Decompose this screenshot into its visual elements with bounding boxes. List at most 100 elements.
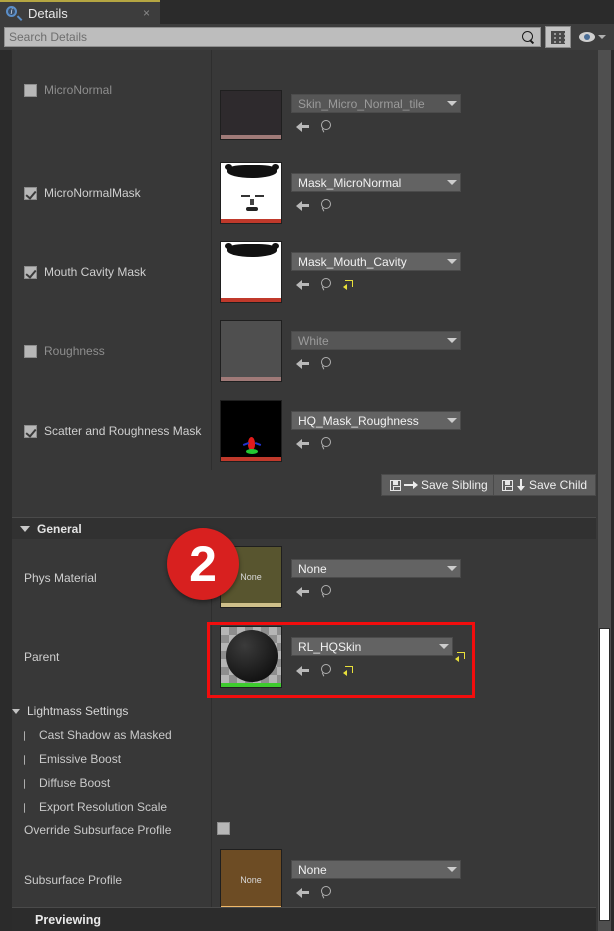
combo-mouthcavitymask[interactable]: Mask_Mouth_Cavity	[291, 252, 461, 271]
search-icon[interactable]	[521, 30, 536, 45]
chevron-down-icon	[447, 180, 457, 185]
subrow-emissive-boost[interactable]: Emissive Boost	[12, 749, 121, 769]
property-label-cell: Mouth Cavity Mask	[12, 262, 211, 282]
thumbnail-subsurface-profile-none[interactable]: None	[220, 849, 282, 911]
reset-parent-icon[interactable]	[455, 650, 466, 662]
save-sibling-label: Save Sibling	[421, 478, 488, 492]
chevron-down-icon	[447, 867, 457, 872]
subrow-label: Emissive Boost	[39, 752, 122, 766]
tab-label: Details	[28, 5, 68, 21]
section-header-general[interactable]: General	[12, 517, 596, 539]
eye-visibility-icon[interactable]	[575, 32, 610, 42]
browse-back-icon[interactable]	[296, 885, 310, 899]
property-label-cell: Scatter and Roughness Mask	[12, 421, 211, 441]
chevron-down-icon	[447, 566, 457, 571]
save-child-button[interactable]: Save Child	[493, 474, 597, 496]
combo-roughness[interactable]: White	[291, 331, 461, 350]
subrow-label: Diffuse Boost	[39, 776, 111, 790]
save-child-label: Save Child	[529, 478, 588, 492]
combo-subsurface-profile[interactable]: None	[291, 860, 461, 879]
property-label-cell: MicroNormalMask	[12, 183, 211, 203]
search-input[interactable]: Search Details	[4, 27, 541, 47]
browse-asset-icon[interactable]	[320, 663, 333, 677]
details-magnifier-icon	[6, 5, 23, 21]
icon-row-micronormal	[296, 119, 333, 133]
browse-asset-icon[interactable]	[320, 584, 333, 598]
property-label: Roughness	[44, 344, 105, 358]
combo-phys-material[interactable]: None	[291, 559, 461, 578]
row-override-subsurface-profile: Override Subsurface Profile	[12, 820, 171, 840]
row-subsurface-profile: Subsurface Profile	[12, 870, 122, 890]
property-label: Subsurface Profile	[24, 873, 123, 887]
chevron-right-icon	[20, 915, 27, 924]
browse-back-icon[interactable]	[296, 277, 310, 291]
save-sibling-icon	[390, 479, 401, 491]
combo-parent[interactable]: RL_HQSkin	[291, 637, 453, 656]
browse-back-icon[interactable]	[296, 198, 310, 212]
arrow-down-icon	[516, 479, 526, 491]
section-title: General	[37, 521, 82, 536]
tab-bar: Details ×	[0, 0, 614, 24]
chevron-down-icon	[20, 525, 30, 532]
section-title: Lightmass Settings	[27, 704, 129, 718]
combo-value: Mask_Mouth_Cavity	[298, 254, 407, 269]
subrow-cast-shadow-as-masked[interactable]: Cast Shadow as Masked	[12, 725, 172, 745]
browse-asset-icon[interactable]	[320, 198, 333, 212]
close-icon[interactable]: ×	[139, 6, 154, 20]
browse-back-icon[interactable]	[296, 119, 310, 133]
thumbnail-mask-micronormal[interactable]	[220, 162, 282, 224]
icon-row-subsurface-profile	[296, 885, 333, 899]
checkbox-micronormal[interactable]	[24, 83, 37, 97]
reset-to-default-icon[interactable]	[343, 664, 354, 676]
chevron-right-icon	[24, 755, 31, 764]
browse-back-icon[interactable]	[296, 663, 310, 677]
browse-asset-icon[interactable]	[320, 119, 333, 133]
subrow-diffuse-boost[interactable]: Diffuse Boost	[12, 773, 110, 793]
browse-back-icon[interactable]	[296, 436, 310, 450]
thumbnail-hq-mask-roughness[interactable]	[220, 400, 282, 462]
icon-row-parent	[296, 663, 354, 677]
step-badge-2: 2	[167, 528, 239, 600]
eye-glyph	[579, 32, 595, 42]
chevron-down-icon[interactable]	[598, 35, 606, 39]
checkbox-override-subsurface-profile[interactable]	[217, 822, 230, 835]
subrow-export-resolution-scale[interactable]: Export Resolution Scale	[12, 797, 167, 817]
column-grid-icon[interactable]	[545, 26, 571, 48]
thumbnail-mask-mouth-cavity[interactable]	[220, 241, 282, 303]
browse-asset-icon[interactable]	[320, 277, 333, 291]
property-label: Parent	[24, 650, 60, 664]
checkbox-micronormalmask[interactable]	[24, 186, 37, 200]
chevron-right-icon	[24, 731, 31, 740]
icon-row-micronormalmask	[296, 198, 333, 212]
checkbox-mouthcavitymask[interactable]	[24, 265, 37, 279]
combo-value: White	[298, 333, 329, 348]
save-child-icon	[502, 479, 513, 491]
section-previewing[interactable]: Previewing	[12, 907, 596, 931]
browse-asset-icon[interactable]	[320, 436, 333, 450]
section-lightmass-settings[interactable]: Lightmass Settings	[12, 701, 128, 721]
property-label: MicroNormal	[44, 83, 113, 97]
checkbox-scatter-roughness[interactable]	[24, 424, 37, 438]
vertical-scrollbar-thumb[interactable]	[599, 628, 610, 921]
combo-value: Skin_Micro_Normal_tile	[298, 96, 425, 111]
browse-asset-icon[interactable]	[320, 885, 333, 899]
browse-back-icon[interactable]	[296, 356, 310, 370]
thumbnail-micronormal[interactable]	[220, 90, 282, 140]
property-label-cell: Roughness	[12, 341, 211, 361]
left-gutter	[0, 50, 12, 931]
combo-micronormalmask[interactable]: Mask_MicroNormal	[291, 173, 461, 192]
property-label: Scatter and Roughness Mask	[44, 424, 202, 438]
thumbnail-white[interactable]	[220, 320, 282, 382]
browse-back-icon[interactable]	[296, 584, 310, 598]
browse-asset-icon[interactable]	[320, 356, 333, 370]
chevron-down-icon	[12, 708, 20, 714]
reset-to-default-icon[interactable]	[343, 278, 354, 290]
thumbnail-parent-material[interactable]	[220, 626, 282, 688]
icon-row-mouthcavitymask	[296, 277, 354, 291]
save-sibling-button[interactable]: Save Sibling	[381, 474, 497, 496]
combo-scatter-roughness[interactable]: HQ_Mask_Roughness	[291, 411, 461, 430]
combo-micronormal[interactable]: Skin_Micro_Normal_tile	[291, 94, 461, 113]
checkbox-roughness[interactable]	[24, 344, 37, 358]
tab-details[interactable]: Details ×	[0, 0, 160, 24]
footer-title: Previewing	[35, 912, 101, 927]
